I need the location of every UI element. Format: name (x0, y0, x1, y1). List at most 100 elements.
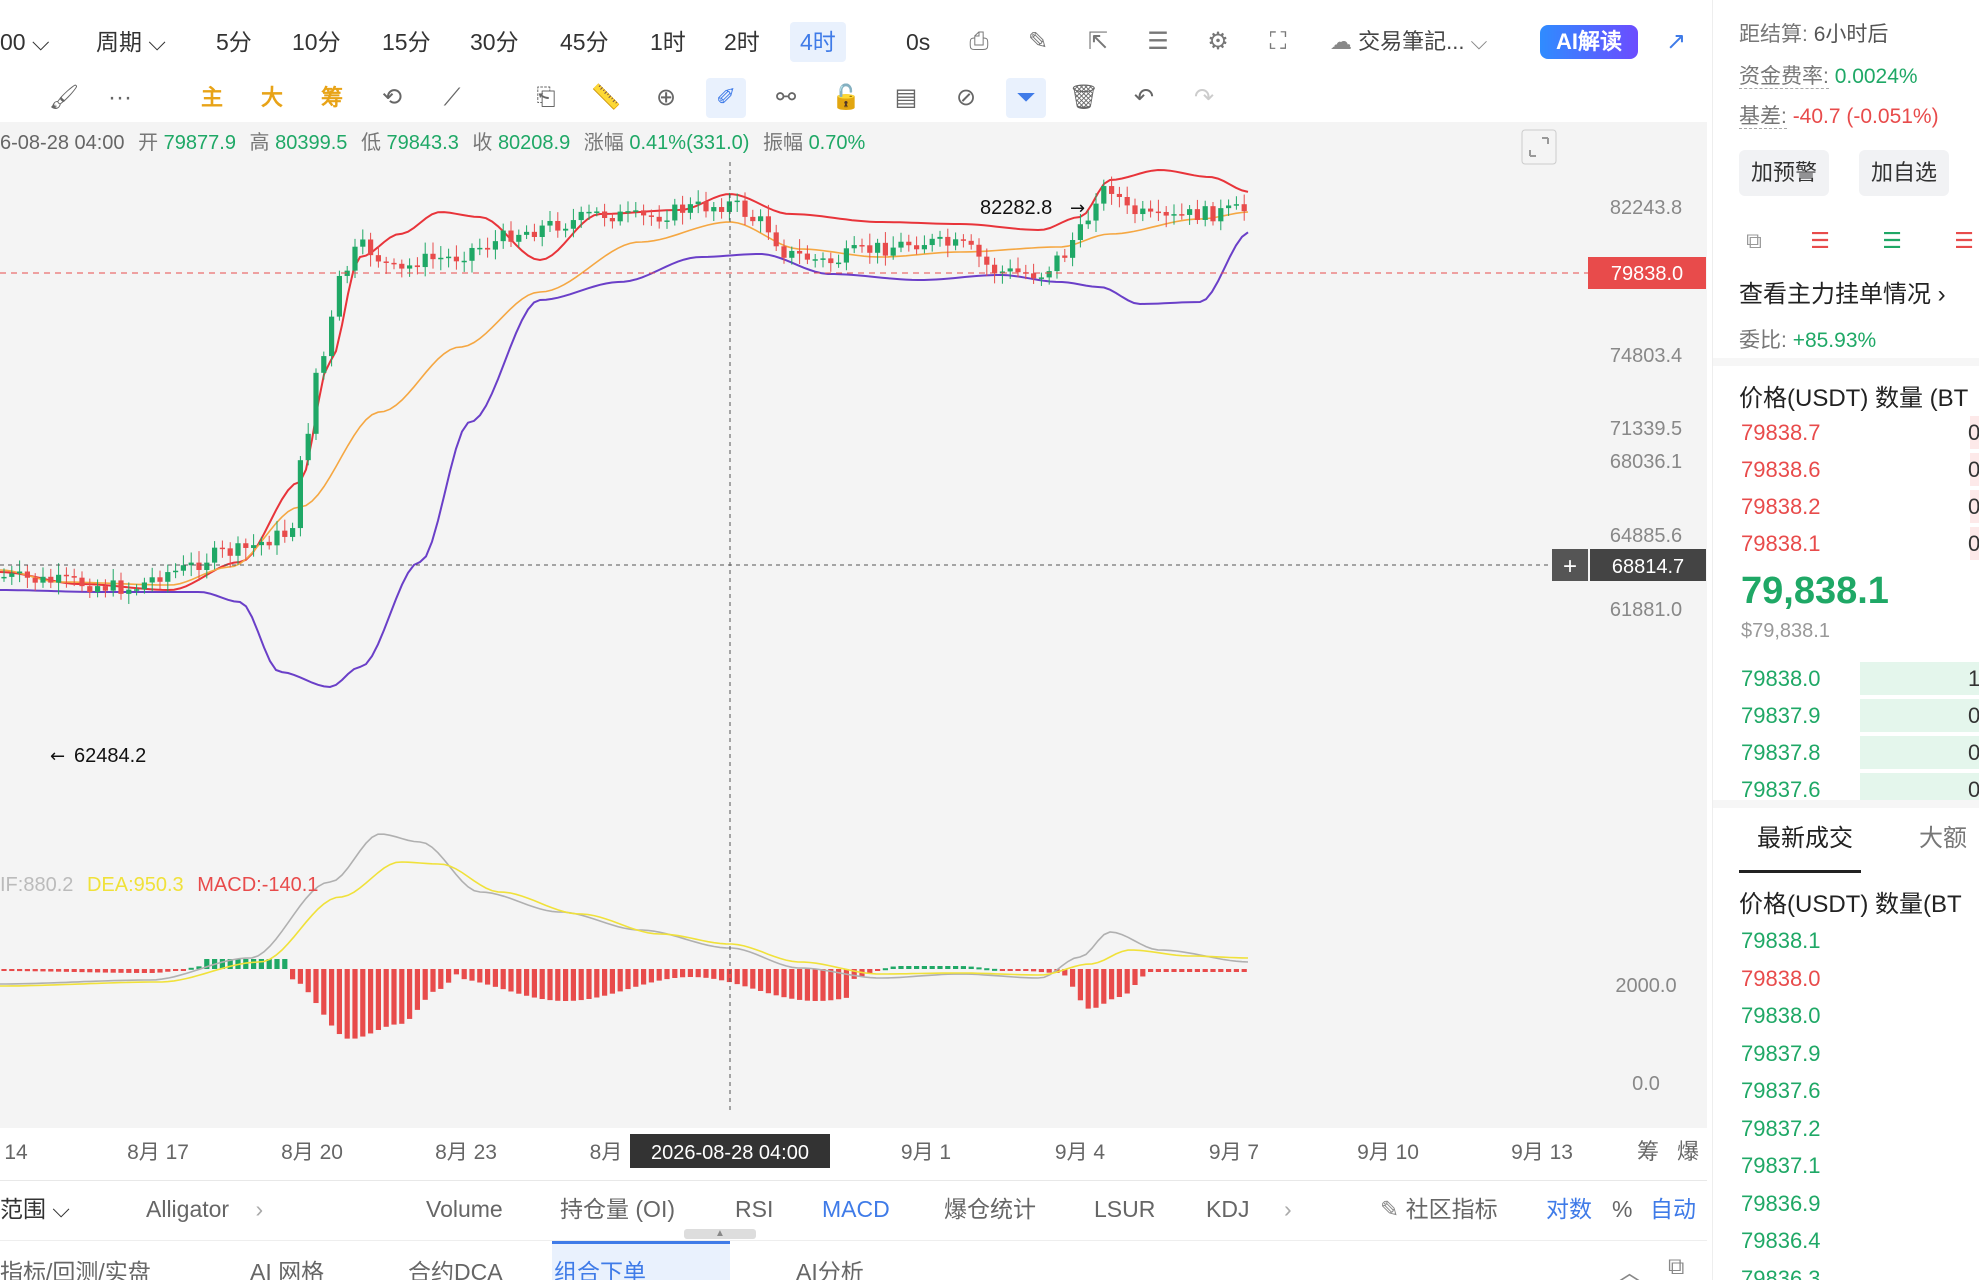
chart-area[interactable]: 6-08-28 04:00 开 79877.9 高 80399.5 低 7984… (0, 122, 1707, 1128)
ask-row[interactable]: 79838.6 0 (1713, 451, 1979, 488)
timeframe-partial[interactable]: 00 ⌵ (0, 22, 49, 62)
boll-lower-line (0, 231, 1249, 689)
bid-row[interactable]: 79837.8 0 (1713, 734, 1979, 771)
bid-row[interactable]: 79838.0 15 (1713, 660, 1979, 697)
undo-icon[interactable]: ↶ (1124, 78, 1164, 118)
big-order-tool[interactable]: 大 (252, 78, 292, 118)
template-icon[interactable]: ▤ (886, 78, 926, 118)
ask-row[interactable]: 79838.7 0 (1713, 414, 1979, 451)
export-icon[interactable]: ⇱ (1082, 26, 1114, 58)
lock-icon[interactable]: 🔓 (826, 78, 866, 118)
macd-bar (430, 969, 436, 992)
tf-1h[interactable]: 1时 (650, 22, 686, 62)
ruler-icon[interactable]: 📏 (586, 78, 626, 118)
liquidation-corner-label[interactable]: 爆 (1677, 1140, 1699, 1165)
ask-row[interactable]: 79838.1 0 (1713, 525, 1979, 562)
candle-body (1140, 208, 1146, 215)
trash-icon[interactable]: 🗑 (1064, 78, 1104, 118)
trade-row: 79838.1 (1741, 928, 1821, 953)
macd-bar (937, 966, 943, 969)
macd-bar (992, 968, 998, 971)
chevron-up-icon[interactable]: ︿ (1618, 1253, 1641, 1280)
tf-5m[interactable]: 5分 (216, 22, 252, 62)
tab-ai-analysis[interactable]: AI分析 (796, 1253, 864, 1280)
depth-link[interactable]: 查看主力挂单情况 › (1739, 274, 1946, 309)
trade-notes-button[interactable]: ☁ 交易筆記... ⌵ (1330, 22, 1487, 62)
orderbook-asks-icon[interactable]: ☰ (1949, 226, 1979, 256)
bid-row[interactable]: 79837.9 0 (1713, 697, 1979, 734)
brush-icon[interactable]: 🖌 (44, 78, 84, 118)
ind-open-interest[interactable]: 持仓量 (OI) (560, 1181, 675, 1237)
period-dropdown[interactable]: 周期 ⌵ (96, 22, 166, 62)
macd-bar (703, 969, 709, 978)
settlement-value: 6小时后 (1813, 23, 1889, 46)
price-chart[interactable]: 82243.878435.474803.471339.568036.164885… (0, 122, 1707, 1128)
visibility-icon[interactable]: ⚯ (766, 78, 806, 118)
settlement-row: 距结算: 6小时后 (1739, 18, 1888, 48)
collapse-handle[interactable]: ▲ (684, 1229, 756, 1239)
list-icon[interactable]: ☰ (1142, 26, 1174, 58)
popout-icon[interactable]: ⧉ (1668, 1253, 1684, 1280)
settings-icon[interactable]: ⚙ (1202, 26, 1234, 58)
expand-icon[interactable] (1521, 129, 1557, 165)
tab-combo-order[interactable]: 组合下单 (554, 1253, 646, 1280)
pencil-icon[interactable]: ✎ (1022, 26, 1054, 58)
candle-body (1, 576, 7, 579)
draw-active-icon[interactable]: ✐ (706, 78, 746, 118)
main-chart-tool[interactable]: 主 (192, 78, 232, 118)
log-scale-toggle[interactable]: 对数 (1546, 1181, 1592, 1237)
trendline-icon[interactable]: ⟋ (432, 78, 472, 118)
tf-30m[interactable]: 30分 (470, 22, 519, 62)
zoom-icon[interactable]: ⊕ (646, 78, 686, 118)
orderbook-both-icon[interactable]: ☰ (1805, 226, 1835, 256)
time-tick: 9月 7 (1209, 1141, 1259, 1164)
candle-body (219, 547, 225, 550)
more-tools-button[interactable]: ··· (100, 78, 140, 118)
popout-icon[interactable]: ⧉ (1739, 226, 1769, 256)
orderbook-bids-icon[interactable]: ☰ (1877, 226, 1907, 256)
candle-body (17, 571, 23, 574)
ind-volume[interactable]: Volume (426, 1181, 503, 1237)
filter-icon[interactable]: ⏷ (1006, 78, 1046, 118)
alligator-indicator[interactable]: Alligator › (146, 1181, 263, 1237)
chevron-right-icon[interactable]: › (1284, 1181, 1292, 1237)
community-indicators-button[interactable]: ✎ 社区指标 (1380, 1181, 1498, 1237)
ask-row[interactable]: 79838.2 0 (1713, 488, 1979, 525)
candle-body (79, 577, 85, 587)
tf-2h[interactable]: 2时 (724, 22, 760, 62)
tab-latest-trades[interactable]: 最新成交 (1757, 818, 1853, 853)
tf-10m[interactable]: 10分 (292, 22, 341, 62)
ind-liquidation[interactable]: 爆仓统计 (944, 1181, 1036, 1237)
add-watchlist-btn[interactable]: 加自选 (1859, 150, 1950, 196)
price-tick: 82243.8 (1610, 197, 1682, 219)
tf-4h[interactable]: 4时 (790, 22, 846, 62)
ind-kdj[interactable]: KDJ (1206, 1181, 1249, 1237)
tab-large-trades[interactable]: 大额 (1919, 818, 1967, 853)
percent-scale-toggle[interactable]: % (1612, 1181, 1632, 1237)
bookmark-icon[interactable]: ⎗ (526, 78, 566, 118)
chip-tool[interactable]: 筹 (312, 78, 352, 118)
ind-lsur[interactable]: LSUR (1094, 1181, 1155, 1237)
range-dropdown[interactable]: 范围 ⌵ (0, 1181, 70, 1237)
macd-bar (797, 969, 803, 1000)
magnet-icon[interactable]: ⊘ (946, 78, 986, 118)
tf-45m[interactable]: 45分 (560, 22, 609, 62)
redo-icon[interactable]: ↷ (1184, 78, 1224, 118)
candle-body (95, 586, 101, 593)
auto-scale-toggle[interactable]: 自动 (1650, 1181, 1696, 1237)
add-alert-btn[interactable]: 加预警 (1739, 150, 1830, 196)
tab-ai-grid[interactable]: AI 网格 (250, 1253, 324, 1280)
macd-bar (1116, 969, 1122, 998)
camera-icon[interactable]: ⎙ (963, 26, 995, 58)
candle-body (375, 255, 381, 262)
fullscreen-icon[interactable]: ⛶ (1262, 26, 1294, 58)
ai-interpret-button[interactable]: AI解读 (1540, 25, 1638, 59)
compare-icon[interactable]: ⟲ (372, 78, 412, 118)
ind-macd[interactable]: MACD (822, 1181, 890, 1237)
tab-dca[interactable]: 合约DCA (408, 1253, 503, 1280)
tf-15m[interactable]: 15分 (382, 22, 431, 62)
macd-bar (344, 969, 350, 1039)
tab-backtest[interactable]: 指标/回测/实盘 (0, 1253, 151, 1280)
share-icon[interactable]: ↗ (1660, 26, 1692, 58)
chip-corner-label[interactable]: 筹 (1637, 1140, 1659, 1165)
